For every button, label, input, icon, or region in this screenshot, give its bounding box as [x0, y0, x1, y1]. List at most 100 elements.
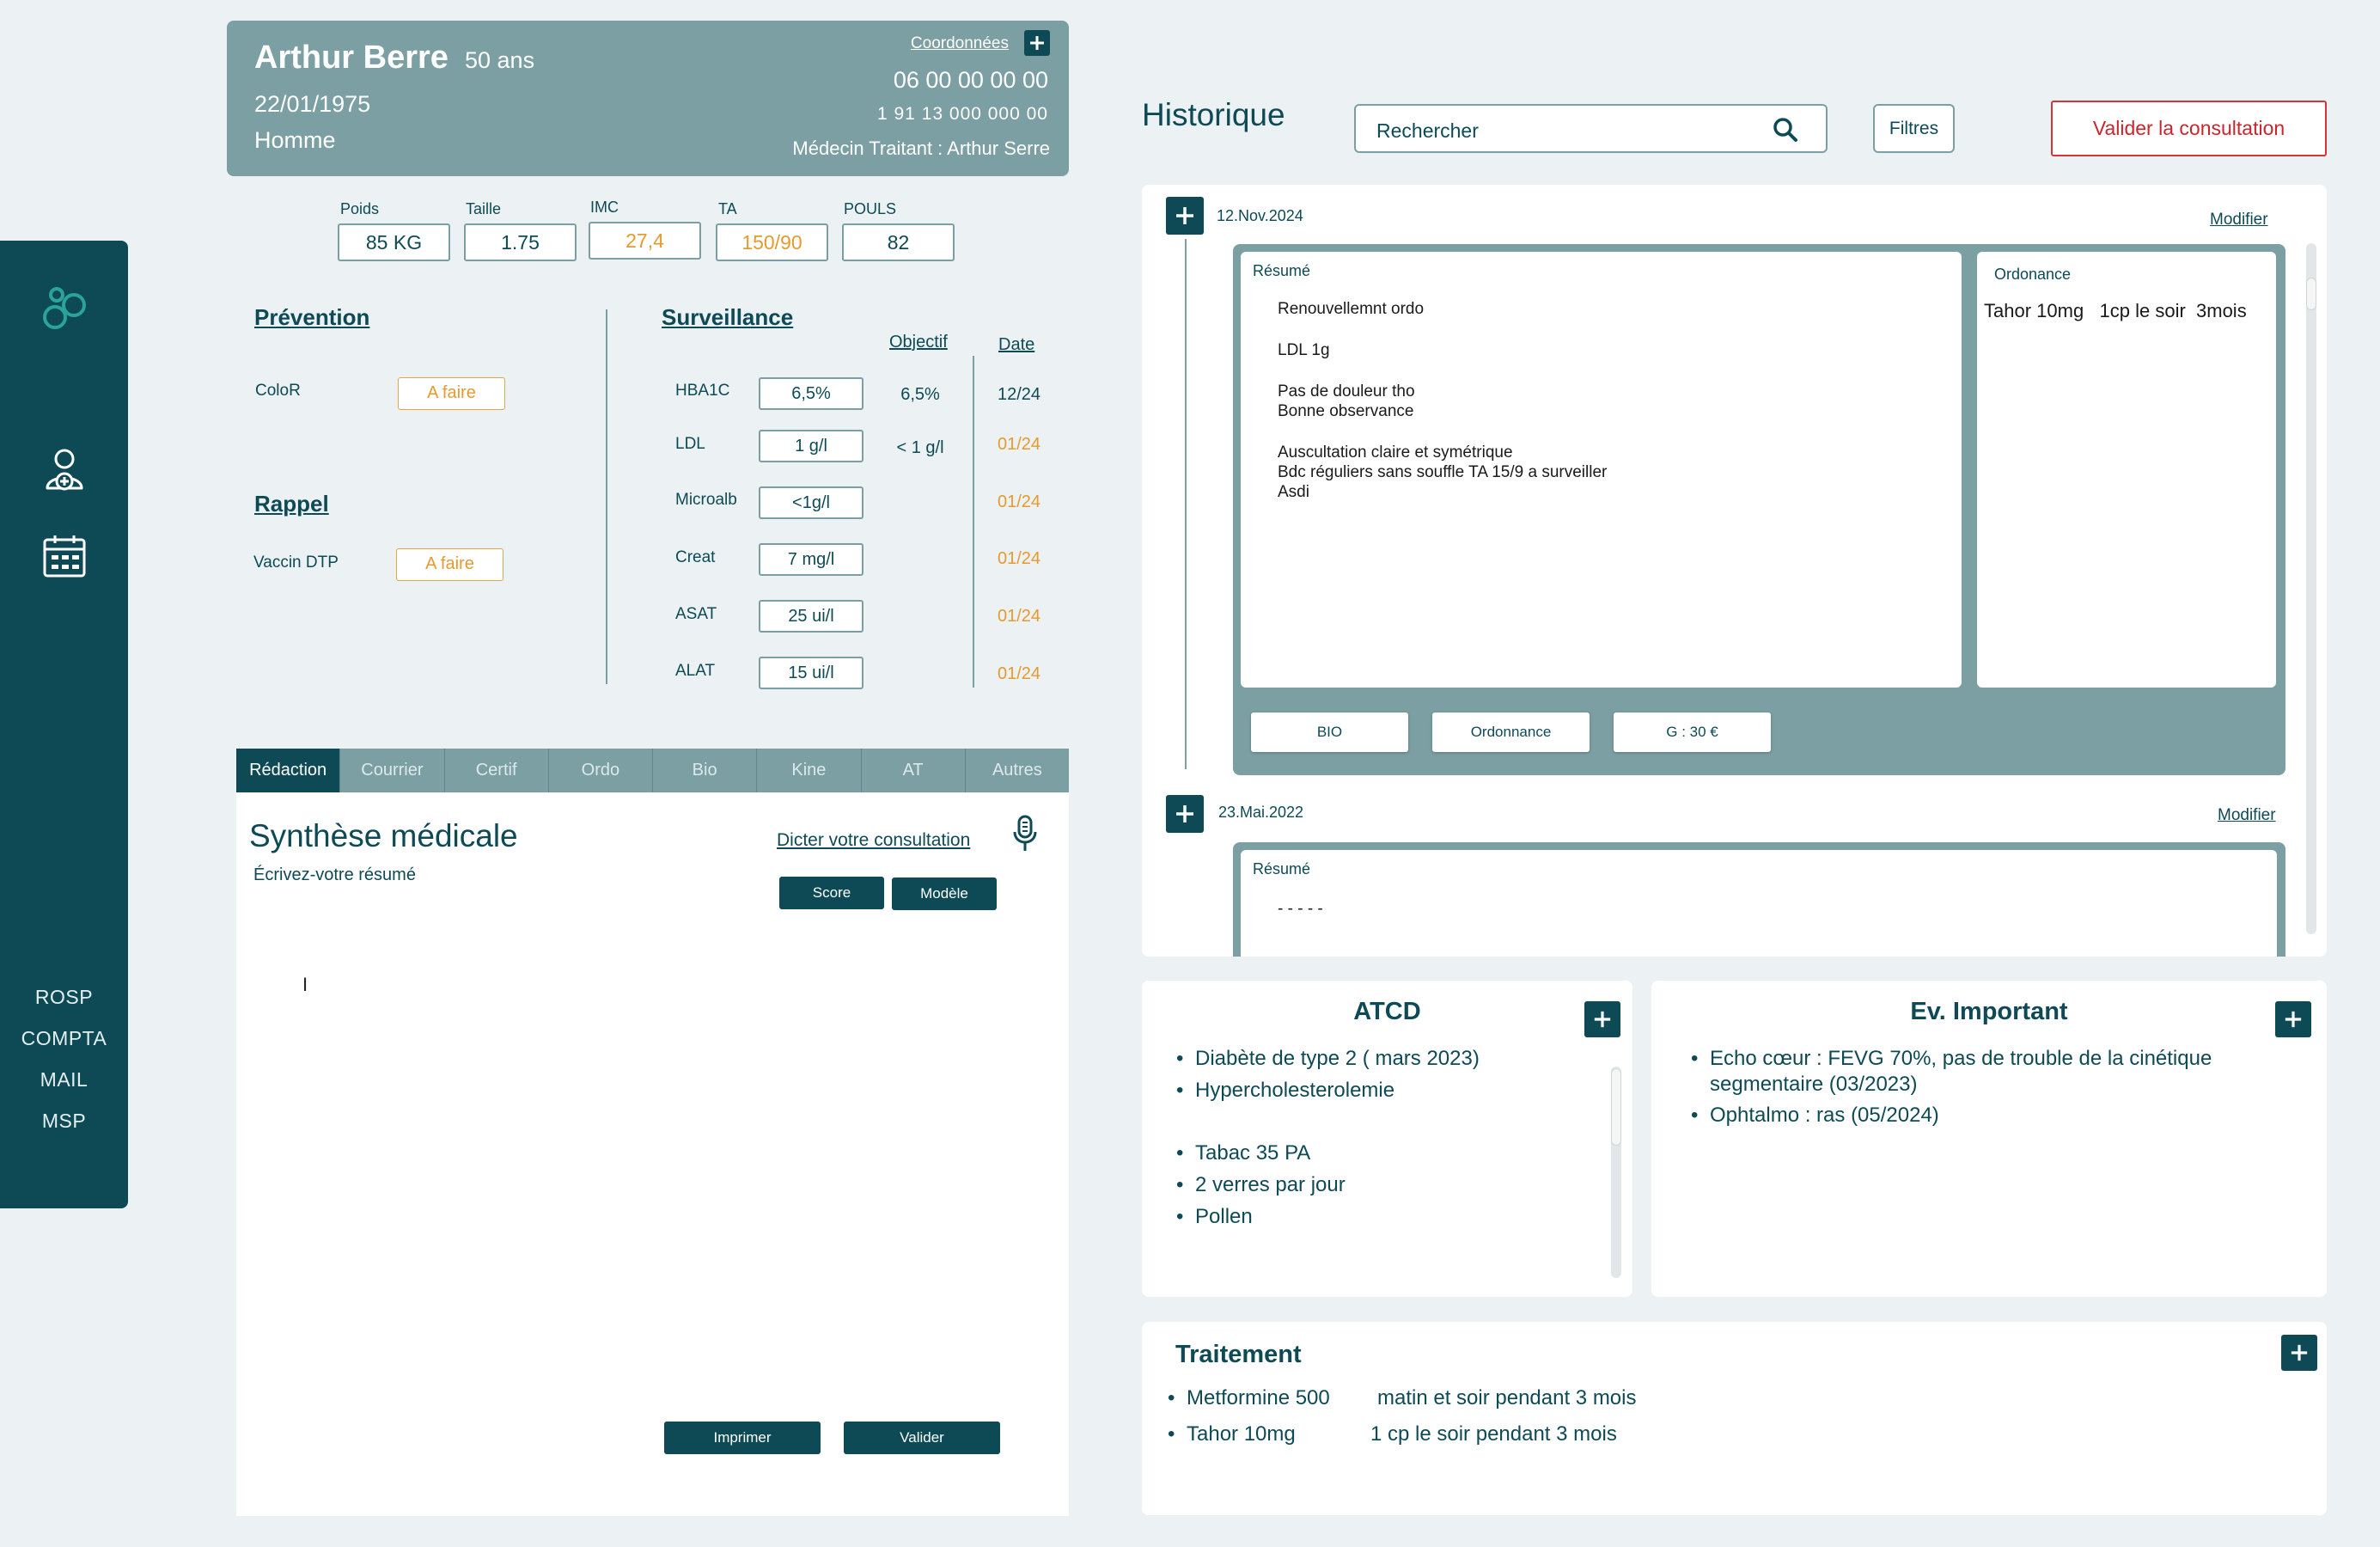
important-event-item: Ophtalmo : ras (05/2024): [1687, 1103, 2289, 1128]
prevention-item-label: ColoR: [255, 382, 301, 400]
surveillance-value-hba1c[interactable]: 6,5%: [759, 377, 864, 410]
expand-entry-button[interactable]: [1166, 795, 1204, 833]
patient-doctor: Médecin Traitant : Arthur Serre: [792, 138, 1050, 159]
tab-redaction[interactable]: Rédaction: [236, 749, 341, 792]
surveillance-value-asat[interactable]: 25 ui/l: [759, 600, 864, 633]
important-event-item: Echo cœur : FEVG 70%, pas de trouble de …: [1687, 1046, 2289, 1098]
important-events-title: Ev. Important: [1910, 998, 2068, 1025]
surveillance-value-creat[interactable]: 7 mg/l: [759, 543, 864, 576]
modify-entry-link[interactable]: Modifier: [2210, 211, 2268, 229]
treatment-card: Traitement Metformine 500 matin et soir p…: [1142, 1322, 2327, 1515]
tab-bio[interactable]: Bio: [653, 749, 758, 792]
summary-box[interactable]: Résumé - - - - -: [1241, 850, 2277, 957]
history-panel: 12.Nov.2024 Modifier Résumé Renouvellemn…: [1142, 185, 2327, 957]
coordinates-link[interactable]: Coordonnées: [911, 34, 1009, 53]
score-button[interactable]: Score: [779, 877, 884, 909]
atcd-scroll-thumb[interactable]: [1611, 1068, 1621, 1146]
fee-button[interactable]: G : 30 €: [1614, 712, 1771, 752]
treatment-title: Traitement: [1175, 1341, 1302, 1368]
summary-box[interactable]: Résumé Renouvellemnt ordo LDL 1g Pas de …: [1241, 252, 1962, 688]
ordonnance-button[interactable]: Ordonnance: [1432, 712, 1590, 752]
prescription-box[interactable]: Ordonance Tahor 10mg 1cp le soir 3mois: [1977, 252, 2276, 688]
entry-date: 23.Mai.2022: [1218, 804, 1304, 821]
validate-consultation-button[interactable]: Valider la consultation: [2051, 101, 2327, 156]
validate-button[interactable]: Valider: [844, 1422, 1000, 1454]
tab-kine[interactable]: Kine: [757, 749, 862, 792]
history-scroll-thumb[interactable]: [2306, 278, 2316, 310]
surveillance-label-hba1c: HBA1C: [675, 382, 730, 400]
vital-label-weight: Poids: [340, 200, 380, 217]
surveillance-date-microalb: 01/24: [997, 492, 1041, 511]
surveillance-value-alat[interactable]: 15 ui/l: [759, 657, 864, 689]
summary-line: Bonne observance: [1278, 402, 1414, 420]
plus-icon: [1594, 1011, 1611, 1028]
prevention-todo-button[interactable]: A faire: [398, 377, 505, 410]
modify-entry-link[interactable]: Modifier: [2218, 806, 2276, 825]
summary-line: Pas de douleur tho: [1278, 382, 1415, 401]
patient-card: Arthur Berre 50 ans 22/01/1975 Homme Coo…: [227, 21, 1069, 176]
editor-panel[interactable]: Synthèse médicale Écrivez-votre résumé D…: [236, 792, 1069, 1516]
timeline-line: [1185, 239, 1187, 769]
add-treatment-button[interactable]: [2281, 1335, 2317, 1371]
surveillance-value-microalb[interactable]: <1g/l: [759, 486, 864, 519]
sidebar-link-compta[interactable]: COMPTA: [0, 1018, 128, 1059]
surveillance-date-creat: 01/24: [997, 549, 1041, 568]
search-icon[interactable]: [1773, 117, 1798, 147]
app-logo-icon[interactable]: [0, 279, 128, 336]
atcd-list: Diabète de type 2 ( mars 2023) Hyperchol…: [1173, 1043, 1480, 1106]
atcd-list-habits: Tabac 35 PA 2 verres par jour Pollen: [1173, 1137, 1346, 1232]
add-coordinates-button[interactable]: [1024, 30, 1050, 56]
bio-button[interactable]: BIO: [1251, 712, 1408, 752]
sidebar-link-msp[interactable]: MSP: [0, 1100, 128, 1141]
consultation-entry: Résumé - - - - -: [1233, 842, 2285, 957]
rappel-todo-button[interactable]: A faire: [396, 548, 503, 581]
vital-bmi-field[interactable]: 27,4: [589, 222, 701, 260]
surveillance-date-alat: 01/24: [997, 664, 1041, 683]
vital-height-field[interactable]: 1.75: [464, 223, 577, 261]
tab-ordo[interactable]: Ordo: [549, 749, 653, 792]
tab-certif[interactable]: Certif: [445, 749, 549, 792]
summary-line: Auscultation claire et symétrique: [1278, 443, 1513, 462]
treatment-drug: Metformine 500: [1187, 1386, 1330, 1409]
text-cursor: I: [302, 974, 308, 995]
tab-at[interactable]: AT: [862, 749, 966, 792]
patient-ssn: 1 91 13 000 000 00: [876, 104, 1048, 124]
add-patient-icon[interactable]: [0, 447, 128, 492]
consultation-entry: Résumé Renouvellemnt ordo LDL 1g Pas de …: [1233, 244, 2285, 775]
sidebar-link-rosp[interactable]: ROSP: [0, 976, 128, 1018]
prevention-title: Prévention: [254, 304, 370, 330]
calendar-icon[interactable]: [0, 533, 128, 579]
surveillance-label-alat: ALAT: [675, 662, 716, 680]
vital-pulse-field[interactable]: 82: [842, 223, 955, 261]
editor-title: Synthèse médicale: [249, 818, 518, 853]
summary-label: Résumé: [1253, 860, 1311, 877]
summary-label: Résumé: [1253, 262, 1311, 279]
atcd-item: Diabète de type 2 ( mars 2023): [1173, 1043, 1480, 1074]
add-event-button[interactable]: [2275, 1001, 2311, 1037]
surveillance-objective-ldl: < 1 g/l: [896, 438, 944, 457]
surveillance-label-ldl: LDL: [675, 435, 705, 453]
vital-label-pulse: POULS: [844, 200, 897, 217]
filters-button[interactable]: Filtres: [1873, 104, 1955, 153]
vital-label-bp: TA: [718, 200, 737, 217]
vital-weight-field[interactable]: 85 KG: [338, 223, 450, 261]
tab-autres[interactable]: Autres: [966, 749, 1069, 792]
print-button[interactable]: Imprimer: [664, 1422, 821, 1454]
model-button[interactable]: Modèle: [892, 877, 997, 910]
microphone-icon[interactable]: [1012, 815, 1038, 857]
rappel-title: Rappel: [254, 491, 329, 517]
treatment-drug: Tahor 10mg: [1187, 1422, 1296, 1446]
search-input[interactable]: Rechercher: [1354, 104, 1828, 153]
atcd-item: 2 verres par jour: [1173, 1169, 1346, 1201]
add-atcd-button[interactable]: [1584, 1001, 1620, 1037]
surveillance-value-ldl[interactable]: 1 g/l: [759, 430, 864, 462]
sidebar-link-mail[interactable]: MAIL: [0, 1059, 128, 1100]
history-scrollbar[interactable]: [2306, 243, 2316, 934]
atcd-item: Pollen: [1173, 1201, 1346, 1232]
dictate-link[interactable]: Dicter votre consultation: [777, 830, 970, 851]
tab-courrier[interactable]: Courrier: [340, 749, 445, 792]
important-events-card: Ev. Important Echo cœur : FEVG 70%, pas …: [1651, 981, 2327, 1297]
vital-bp-field[interactable]: 150/90: [716, 223, 828, 261]
expand-entry-button[interactable]: [1166, 197, 1204, 235]
treatment-list: Metformine 500 matin et soir pendant 3 mo…: [1164, 1380, 1637, 1452]
